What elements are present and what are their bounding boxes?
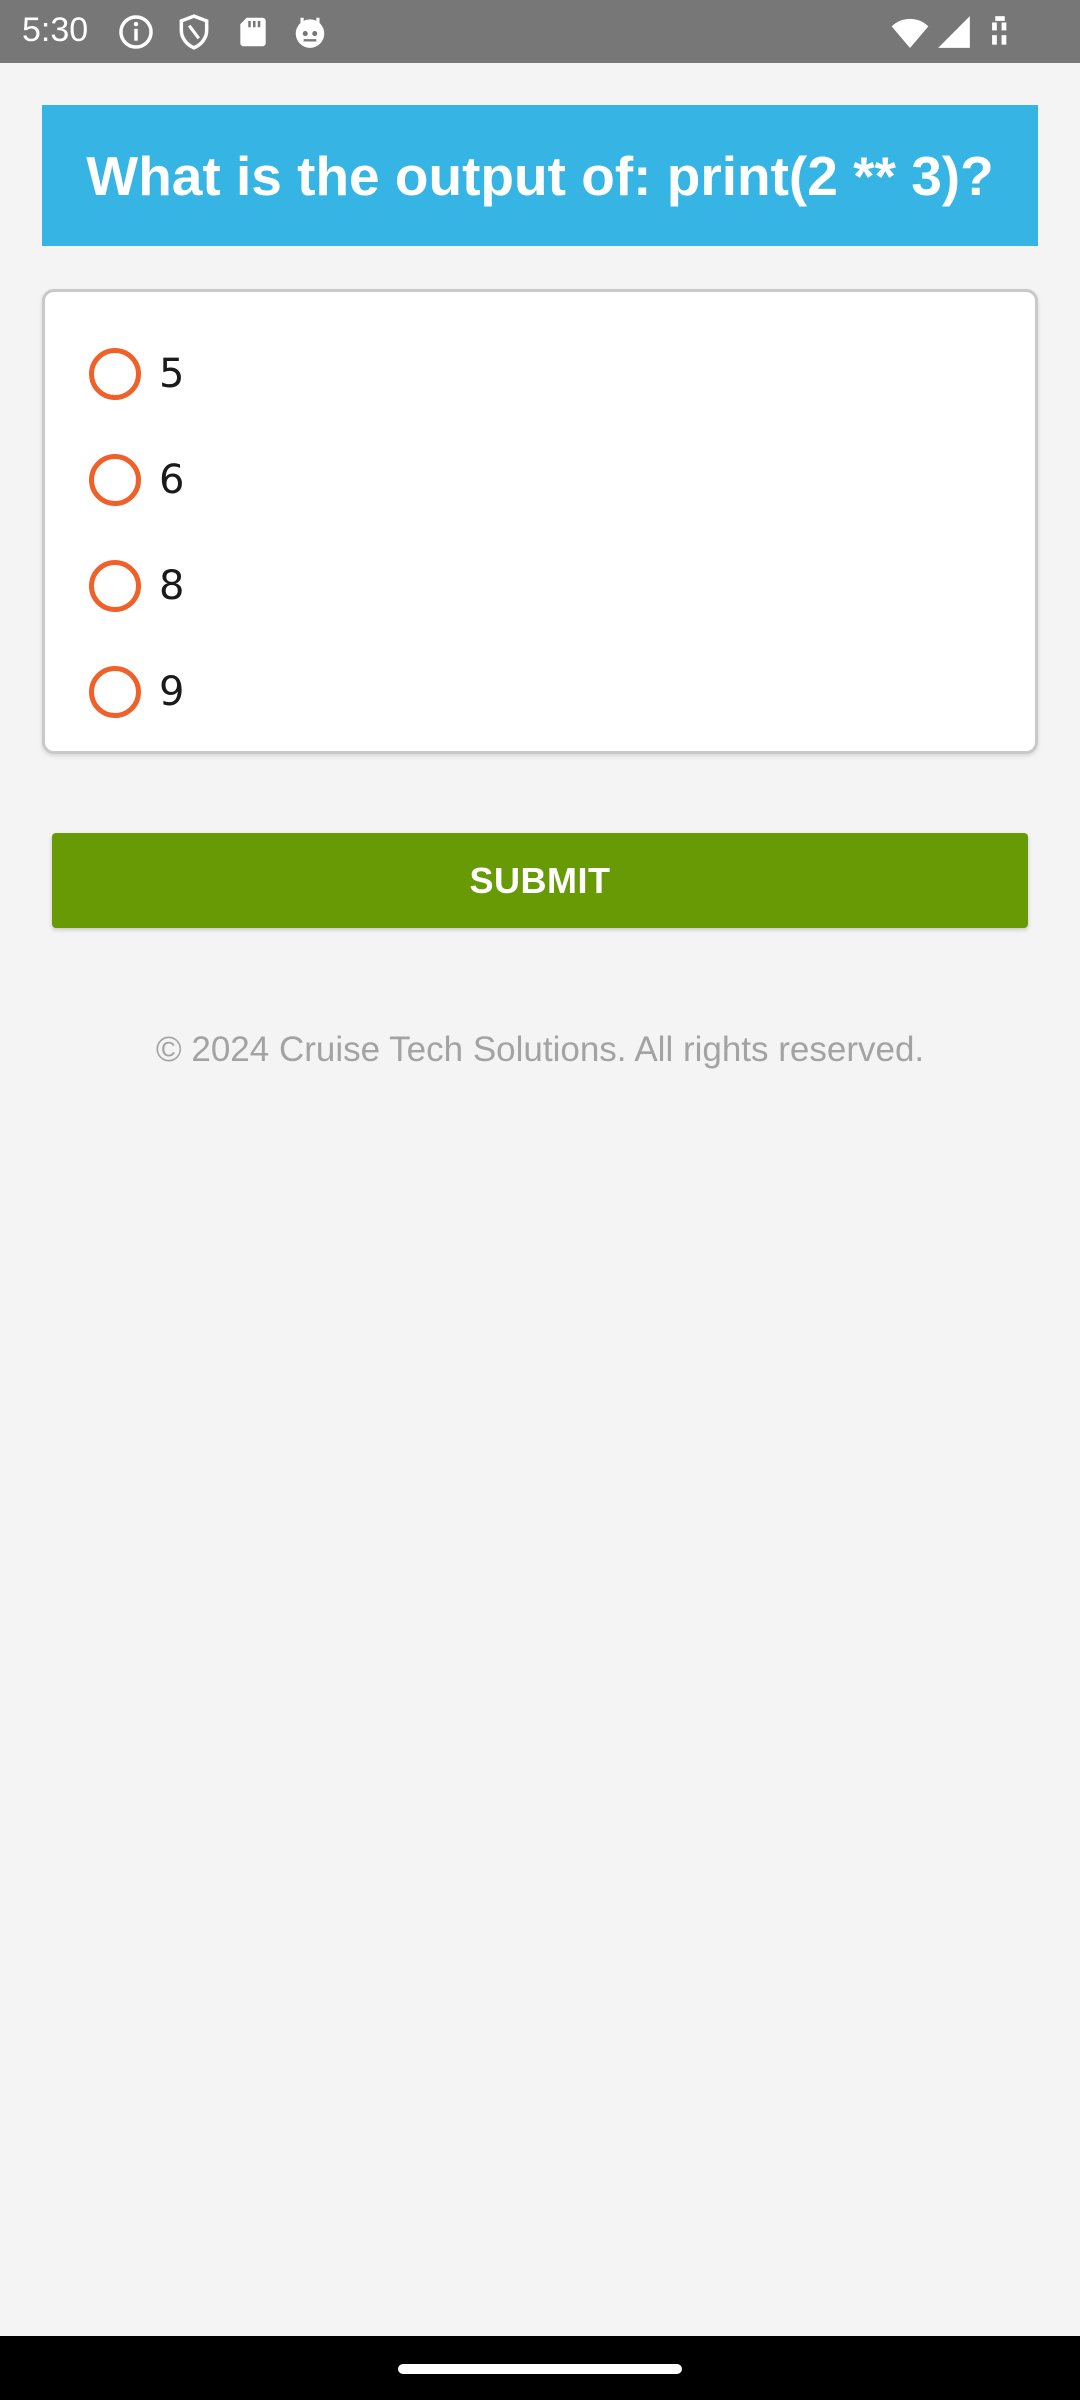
info-icon <box>117 13 155 51</box>
cell-signal-icon <box>935 13 973 51</box>
radio-button[interactable] <box>89 666 141 718</box>
options-card: 5 6 8 9 <box>42 289 1038 754</box>
home-gesture-handle[interactable] <box>398 2364 682 2374</box>
question-header: What is the output of: print(2 ** 3)? <box>42 105 1038 246</box>
radio-button[interactable] <box>89 348 141 400</box>
sd-card-icon <box>234 13 272 51</box>
submit-button[interactable]: SUBMIT <box>52 833 1028 928</box>
option-9[interactable]: 9 <box>89 652 789 732</box>
radio-button[interactable] <box>89 560 141 612</box>
question-text: What is the output of: print(2 ** 3)? <box>86 144 994 207</box>
copyright-footer: © 2024 Cruise Tech Solutions. All rights… <box>155 1030 925 1069</box>
option-label: 8 <box>159 563 185 609</box>
battery-icon <box>988 13 1012 51</box>
robot-face-icon <box>291 13 329 51</box>
status-time: 5:30 <box>22 11 89 49</box>
option-label: 5 <box>159 351 185 397</box>
wifi-icon <box>888 13 932 53</box>
system-nav-bar <box>0 2336 1080 2400</box>
option-8[interactable]: 8 <box>89 546 789 626</box>
option-label: 9 <box>159 669 185 715</box>
shield-icon <box>175 13 213 51</box>
option-6[interactable]: 6 <box>89 440 789 520</box>
radio-button[interactable] <box>89 454 141 506</box>
option-label: 6 <box>159 457 185 503</box>
status-bar: 5:30 <box>0 0 1080 63</box>
option-5[interactable]: 5 <box>89 334 789 414</box>
